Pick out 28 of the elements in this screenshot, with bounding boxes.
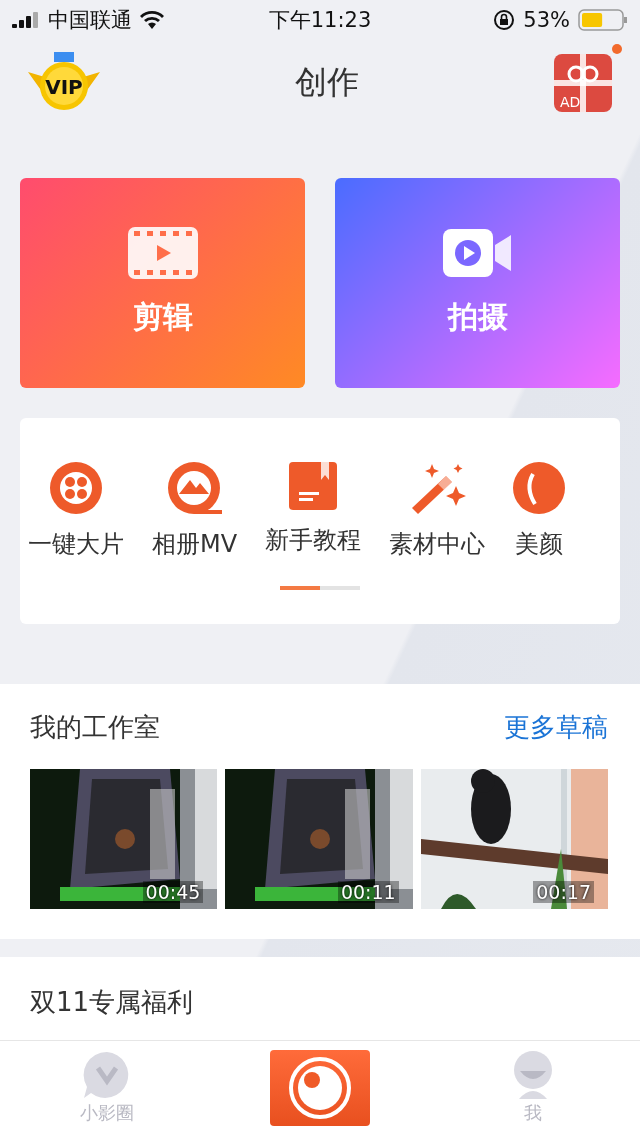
film-reel-icon — [50, 461, 102, 514]
tool-item[interactable]: 素材中心 — [389, 461, 486, 560]
rotation-lock-icon — [493, 8, 516, 31]
person-icon — [512, 1051, 555, 1100]
photo-reel-icon — [167, 461, 222, 514]
battery-icon — [578, 8, 628, 31]
face-icon — [513, 461, 566, 514]
carrier-name: 中国联通 — [48, 6, 132, 34]
tool-item[interactable]: 相册MV — [152, 461, 238, 560]
film-icon — [127, 227, 198, 280]
signal-icon — [12, 11, 40, 28]
clock-time: 下午11:23 — [268, 6, 372, 34]
video-camera-icon — [442, 227, 513, 280]
camera-button[interactable] — [270, 1050, 370, 1127]
tool-item[interactable]: 美颜 — [513, 461, 566, 560]
battery-percent: 53% — [523, 7, 570, 32]
page-title: 创作 — [295, 62, 359, 104]
tool-item[interactable]: 一键大片 — [28, 461, 124, 560]
book-icon — [289, 461, 338, 510]
more-drafts-link[interactable]: 更多草稿 — [504, 709, 608, 745]
section-title: 双11专属福利 — [30, 986, 194, 1017]
gift-ad-button[interactable]: AD — [554, 54, 612, 113]
section-title: 我的工作室 — [30, 710, 160, 744]
video-duration: 00:11 — [337, 880, 399, 903]
wifi-icon — [140, 10, 164, 29]
video-duration: 00:45 — [142, 880, 204, 903]
tool-item[interactable]: 新手教程 — [265, 461, 362, 560]
chat-bubble-icon — [82, 1051, 131, 1100]
